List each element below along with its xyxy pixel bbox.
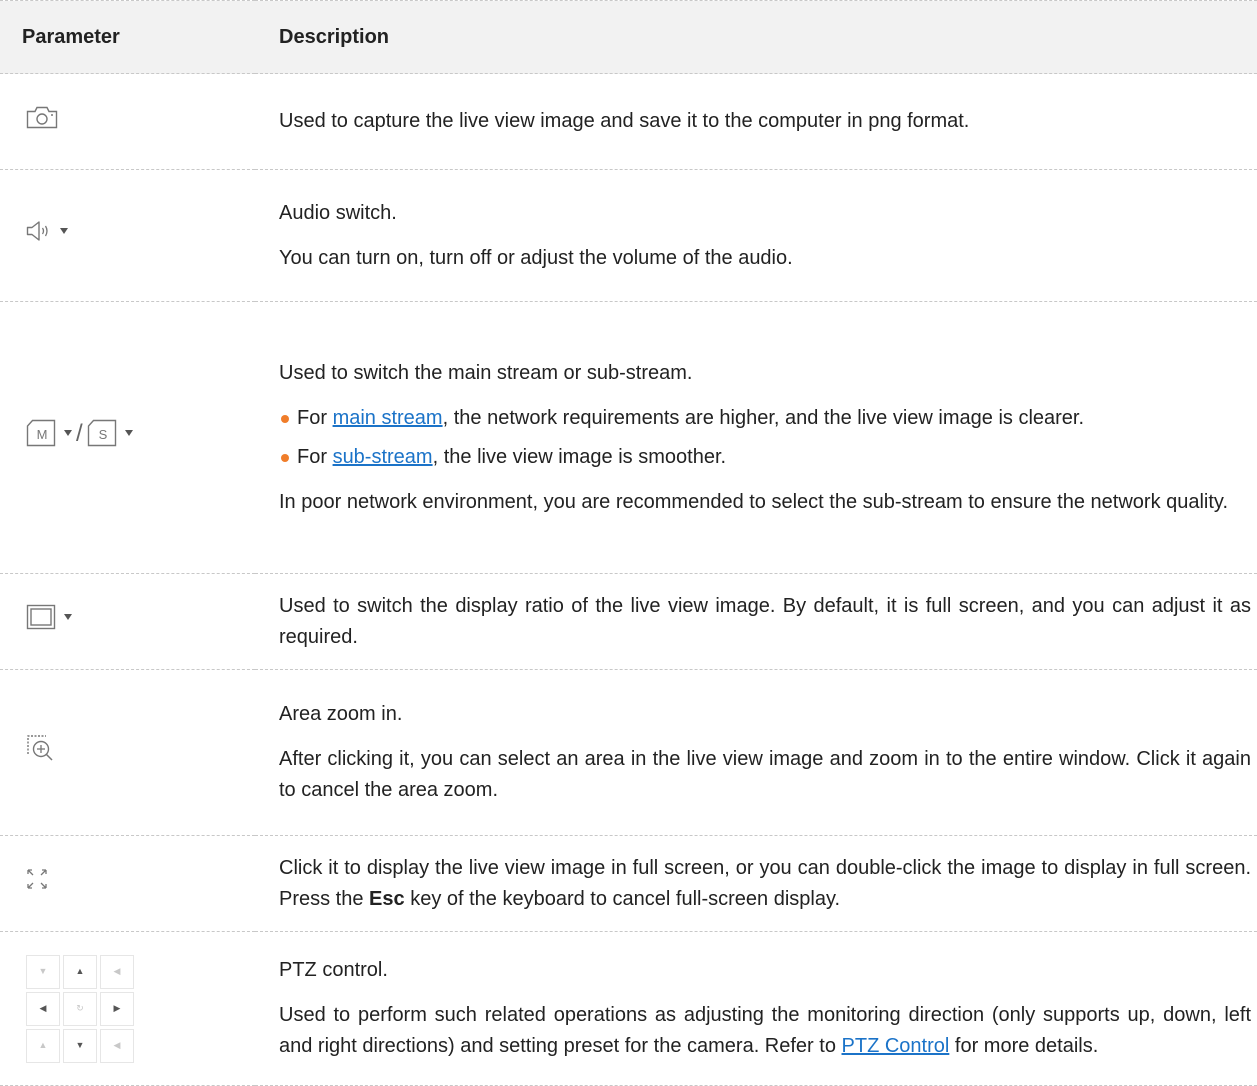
- param-cell: [0, 73, 255, 170]
- table-row-fullscreen: Click it to display the live view image …: [0, 835, 1257, 932]
- desc-cell: Area zoom in. After clicking it, you can…: [255, 669, 1257, 836]
- sub-stream-link[interactable]: sub-stream: [333, 446, 433, 468]
- list-item: For sub-stream, the live view image is s…: [279, 442, 1251, 473]
- fullscreen-icon: [26, 868, 48, 890]
- capture-desc: Used to capture the live view image and …: [279, 110, 970, 132]
- table-row-zoom: Area zoom in. After clicking it, you can…: [0, 669, 1257, 836]
- ptz-control-icon: ▼ ▲ ◀ ◀ ↻ ▶ ▲ ▼ ◀: [26, 954, 254, 1063]
- ptz-desc-2: Used to perform such related operations …: [279, 1004, 1251, 1057]
- param-cell: ▼ ▲ ◀ ◀ ↻ ▶ ▲ ▼ ◀: [0, 931, 255, 1086]
- camera-icon: [26, 105, 58, 129]
- zoom-desc-2: After clicking it, you can select an are…: [279, 748, 1251, 801]
- ptz-right-icon: ▶: [100, 991, 134, 1026]
- chevron-down-icon: [64, 430, 72, 437]
- list-item: For main stream, the network requirement…: [279, 403, 1251, 434]
- main-stream-icon: M: [26, 419, 56, 447]
- sub-stream-letter: S: [98, 427, 107, 442]
- display-ratio-icon: [26, 604, 72, 630]
- main-stream-letter: M: [37, 427, 48, 442]
- ptz-desc-1: PTZ control.: [279, 959, 388, 981]
- ptz-down-left-icon: ▲: [26, 1028, 60, 1063]
- header-description: Description: [255, 0, 1257, 74]
- ptz-up-right-icon: ◀: [100, 954, 134, 989]
- table-row-ptz: ▼ ▲ ◀ ◀ ↻ ▶ ▲ ▼ ◀ PTZ control. Used to p…: [0, 931, 1257, 1086]
- audio-desc-2: You can turn on, turn off or adjust the …: [279, 246, 793, 269]
- param-cell: [0, 669, 255, 836]
- param-cell: [0, 169, 255, 302]
- desc-cell: PTZ control. Used to perform such relate…: [255, 931, 1257, 1086]
- table-row-capture: Used to capture the live view image and …: [0, 73, 1257, 170]
- stream-separator: /: [76, 419, 83, 447]
- table-row-stream: M / S Used to switch the main stream or …: [0, 301, 1257, 574]
- chevron-down-icon: [60, 227, 68, 234]
- ptz-down-right-icon: ◀: [100, 1028, 134, 1063]
- desc-cell: Used to capture the live view image and …: [255, 73, 1257, 170]
- ptz-control-link[interactable]: PTZ Control: [842, 1035, 950, 1057]
- area-zoom-icon: [26, 734, 54, 762]
- ptz-left-icon: ◀: [26, 991, 60, 1026]
- audio-desc-1: Audio switch.: [279, 201, 397, 224]
- table-row-audio: Audio switch. You can turn on, turn off …: [0, 169, 1257, 302]
- zoom-desc-1: Area zoom in.: [279, 703, 403, 725]
- desc-cell: Used to switch the main stream or sub-st…: [255, 301, 1257, 574]
- stream-desc-2: In poor network environment, you are rec…: [279, 490, 1229, 513]
- param-cell: M / S: [0, 301, 255, 574]
- ptz-reset-icon: ↻: [63, 991, 97, 1026]
- desc-cell: Click it to display the live view image …: [255, 835, 1257, 932]
- parameter-table: Parameter Description Used to capture th…: [0, 0, 1257, 1086]
- chevron-down-icon: [124, 430, 133, 437]
- ptz-up-icon: ▲: [63, 954, 97, 989]
- fullscreen-desc: Click it to display the live view image …: [279, 856, 1251, 910]
- table-header-row: Parameter Description: [0, 0, 1257, 74]
- desc-cell: Audio switch. You can turn on, turn off …: [255, 169, 1257, 302]
- stream-bullets: For main stream, the network requirement…: [279, 403, 1251, 473]
- param-cell: [0, 835, 255, 932]
- ptz-down-icon: ▼: [63, 1028, 97, 1063]
- speaker-icon: [26, 220, 68, 242]
- header-parameter: Parameter: [0, 0, 255, 74]
- main-stream-link[interactable]: main stream: [333, 407, 443, 429]
- ratio-desc: Used to switch the display ratio of the …: [279, 594, 1251, 648]
- param-cell: [0, 573, 255, 670]
- chevron-down-icon: [64, 613, 72, 620]
- sub-stream-icon: S: [87, 419, 117, 447]
- desc-cell: Used to switch the display ratio of the …: [255, 573, 1257, 670]
- esc-key: Esc: [369, 887, 405, 910]
- ptz-up-left-icon: ▼: [26, 954, 60, 989]
- table-row-ratio: Used to switch the display ratio of the …: [0, 573, 1257, 670]
- stream-icons: M / S: [26, 418, 133, 449]
- stream-desc-1: Used to switch the main stream or sub-st…: [279, 361, 693, 384]
